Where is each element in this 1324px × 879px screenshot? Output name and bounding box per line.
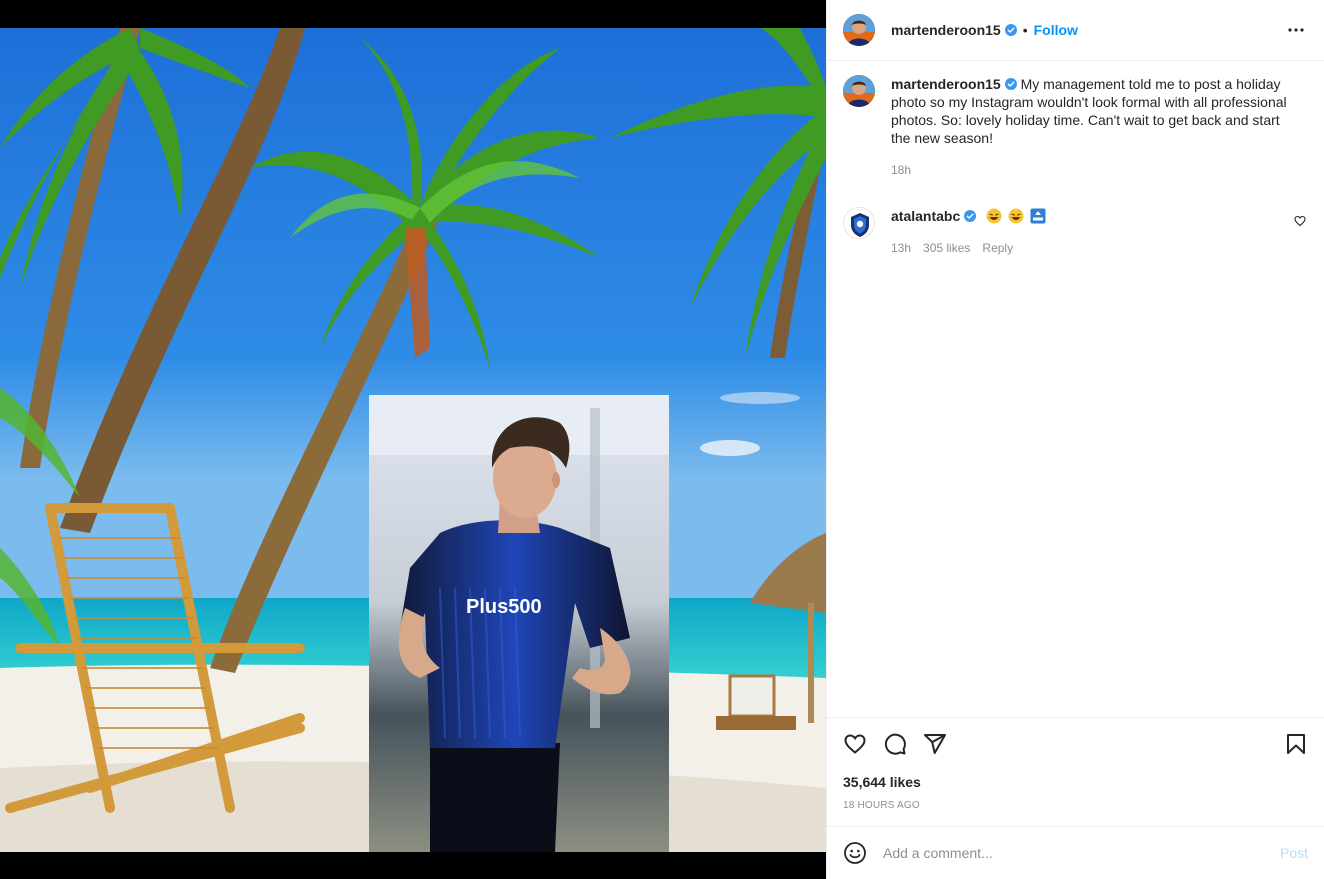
more-horizontal-icon [1288, 28, 1304, 32]
comment-timestamp[interactable]: 13h [891, 239, 911, 257]
bookmark-icon[interactable] [1284, 732, 1308, 756]
post-comment-button[interactable]: Post [1280, 845, 1308, 861]
caption-body: martenderoon15 My management told me to … [891, 75, 1308, 179]
player-inset: Plus500 [369, 395, 669, 852]
post-media[interactable]: Plus500 [0, 0, 826, 879]
comment-body: atalantabc 13h 305 likes Reply [891, 207, 1308, 257]
paper-plane-icon[interactable] [923, 732, 947, 756]
comment-row: atalantabc 13h 305 likes Reply [843, 207, 1308, 257]
verified-badge-icon [1004, 78, 1017, 90]
laughing-emoji-icon [1008, 208, 1024, 224]
post-header: martenderoon15 • Follow [827, 0, 1324, 61]
comment-like-heart-icon[interactable] [1294, 215, 1306, 227]
comment-input[interactable] [883, 845, 1280, 861]
smiley-icon[interactable] [843, 841, 867, 865]
caption-timestamp[interactable]: 18h [891, 161, 911, 179]
post-actions-section: 35,644 likes 18 hours ago [827, 717, 1324, 826]
follow-button[interactable]: Follow [1034, 22, 1078, 38]
verified-badge-icon [1004, 24, 1017, 36]
laughing-emoji-icon [986, 208, 1002, 224]
commenter-avatar[interactable] [843, 207, 875, 239]
caption-row: martenderoon15 My management told me to … [843, 75, 1308, 179]
author-avatar[interactable] [843, 14, 875, 46]
more-options-button[interactable] [1284, 18, 1308, 42]
action-bar [843, 718, 1308, 770]
separator-dot: • [1022, 22, 1028, 38]
comment-meta: 13h 305 likes Reply [891, 239, 1298, 257]
caption-author-avatar[interactable] [843, 75, 875, 107]
beach-photo-illustration: Plus500 [0, 28, 826, 852]
comment-icon[interactable] [883, 732, 907, 756]
caption-meta: 18h [891, 161, 1298, 179]
post-photo[interactable]: Plus500 [0, 28, 826, 852]
post-side-panel: martenderoon15 • Follow martenderoon15 M… [826, 0, 1324, 879]
author-username[interactable]: martenderoon15 [891, 22, 1001, 38]
add-comment-bar: Post [827, 826, 1324, 879]
reply-button[interactable]: Reply [982, 239, 1013, 257]
verified-badge-icon [964, 210, 977, 222]
post-time-ago[interactable]: 18 hours ago [843, 800, 1308, 811]
likes-count[interactable]: 35,644 likes [843, 774, 1308, 790]
svg-text:Plus500: Plus500 [466, 596, 542, 618]
heart-icon[interactable] [843, 732, 867, 756]
comment-likes[interactable]: 305 likes [923, 239, 970, 257]
top-emoji-icon [1030, 208, 1046, 224]
comments-section[interactable]: martenderoon15 My management told me to … [827, 61, 1324, 717]
caption-username[interactable]: martenderoon15 [891, 76, 1001, 92]
commenter-username[interactable]: atalantabc [891, 208, 960, 224]
